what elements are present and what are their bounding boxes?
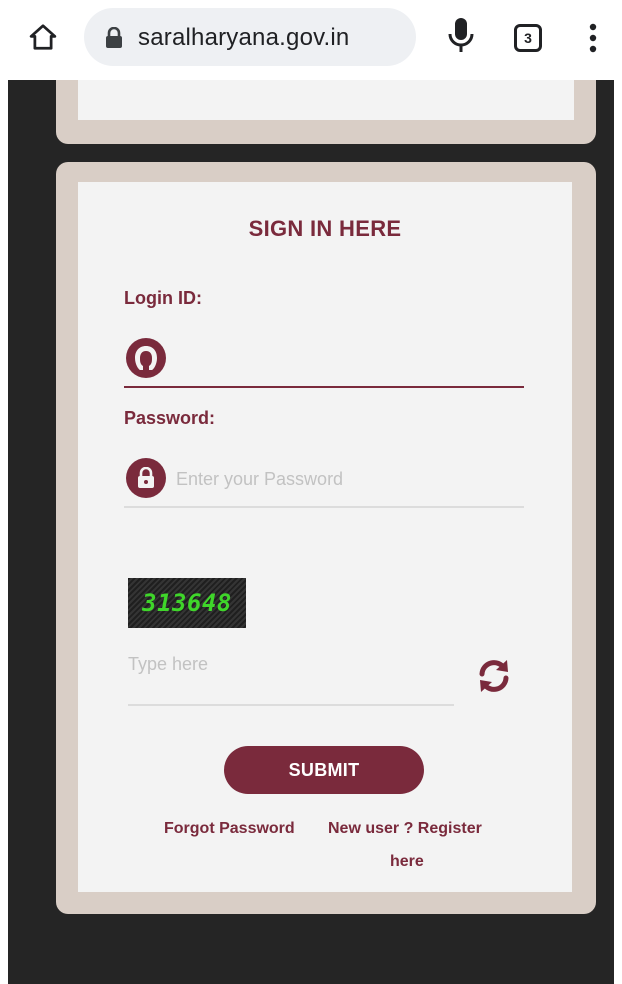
captcha-text: 313648: [142, 589, 232, 617]
register-link-continuation[interactable]: here: [390, 853, 424, 871]
previous-card: [56, 80, 596, 144]
padlock-icon: [138, 467, 154, 488]
tab-count: 3: [524, 30, 532, 46]
signin-form: SIGN IN HERE Login ID: Password: 313648 …: [78, 182, 572, 892]
captcha-input[interactable]: [128, 646, 448, 682]
more-vert-icon: [589, 23, 597, 53]
captcha-image: 313648: [128, 578, 246, 628]
home-button[interactable]: [26, 20, 60, 54]
previous-card-body: [78, 80, 574, 120]
address-bar[interactable]: saralharyana.gov.in: [84, 8, 416, 66]
register-link-line1: New user ? Register: [328, 820, 482, 837]
password-label: Password:: [124, 408, 216, 428]
captcha-underline: [128, 704, 454, 706]
register-link-line2: here: [390, 853, 424, 870]
signin-title: SIGN IN HERE: [248, 216, 402, 241]
tab-switcher-button[interactable]: 3: [514, 24, 542, 52]
page-background: SIGN IN HERE Login ID: Password: 313648 …: [8, 80, 614, 984]
refresh-icon: [479, 660, 509, 692]
user-icon: [135, 346, 157, 370]
lock-icon: [106, 27, 122, 48]
voice-search-button[interactable]: [446, 16, 476, 56]
login-id-underline: [124, 386, 524, 388]
password-underline: [124, 506, 524, 508]
mic-icon: [448, 18, 474, 52]
login-id-label: Login ID:: [124, 288, 202, 308]
login-id-input[interactable]: [178, 342, 518, 376]
signin-card: SIGN IN HERE Login ID: Password: 313648 …: [56, 162, 596, 914]
register-link[interactable]: New user ? Register: [328, 820, 482, 838]
padlock-icon-badge: [126, 458, 166, 498]
url-text: saralharyana.gov.in: [138, 24, 350, 51]
password-input[interactable]: [176, 462, 516, 496]
home-icon: [29, 24, 57, 50]
submit-button[interactable]: SUBMIT: [224, 746, 424, 794]
browser-menu-button[interactable]: [586, 22, 600, 54]
browser-toolbar: saralharyana.gov.in 3: [0, 0, 622, 80]
forgot-password-link[interactable]: Forgot Password: [164, 820, 295, 838]
refresh-captcha-button[interactable]: [474, 656, 514, 696]
user-icon-badge: [126, 338, 166, 378]
